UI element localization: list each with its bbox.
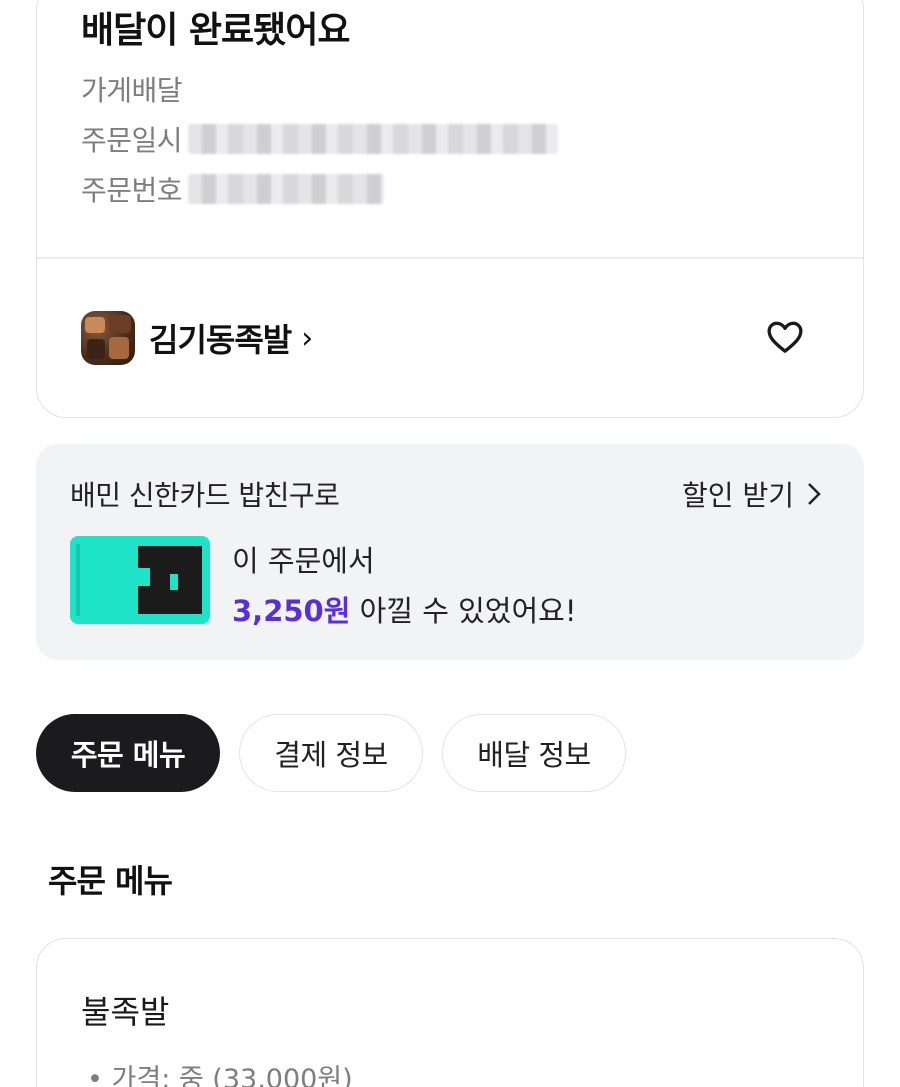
tab-delivery-info[interactable]: 배달 정보 xyxy=(442,714,626,792)
tab-delivery-info-label: 배달 정보 xyxy=(477,738,591,772)
heart-icon[interactable] xyxy=(765,317,805,357)
chevron-right-icon xyxy=(808,483,821,505)
order-summary-card: 배달이 완료됐어요 가게배달 주문일시 주문번호 김기동족발 › xyxy=(36,0,864,418)
order-number-label: 주문번호 xyxy=(81,174,183,207)
delivery-type-label: 가게배달 xyxy=(81,74,183,107)
order-date-redacted xyxy=(188,124,559,154)
order-number-row: 주문번호 xyxy=(81,169,385,209)
order-status-title: 배달이 완료됐어요 xyxy=(81,10,350,51)
card-promo-banner: 배민 신한카드 밥친구로 할인 받기 이 주문에서 3,250원 아낄 수 있었… xyxy=(36,444,864,660)
credit-card-image xyxy=(70,536,210,624)
store-link[interactable]: 김기동족발 › xyxy=(81,311,313,365)
tab-payment-info-label: 결제 정보 xyxy=(274,738,388,772)
store-thumbnail xyxy=(81,311,135,365)
menu-item-option: • 가격: 중 (33,000원) xyxy=(87,1064,353,1087)
tab-order-menu-label: 주문 메뉴 xyxy=(70,738,186,772)
menu-item-name: 불족발 xyxy=(81,993,170,1031)
order-date-row: 주문일시 xyxy=(81,119,559,159)
chevron-right-icon: › xyxy=(301,320,314,356)
card-divider xyxy=(37,257,863,259)
store-name: 김기동족발 xyxy=(149,321,292,359)
order-date-label: 주문일시 xyxy=(81,124,183,157)
menu-item-card: 불족발 • 가격: 중 (33,000원) xyxy=(36,938,864,1087)
promo-saving-amount: 3,250원 xyxy=(232,594,351,628)
get-discount-label: 할인 받기 xyxy=(682,479,794,512)
order-number-redacted xyxy=(188,174,385,204)
tab-payment-info[interactable]: 결제 정보 xyxy=(239,714,423,792)
tab-order-menu[interactable]: 주문 메뉴 xyxy=(36,714,220,792)
delivery-type: 가게배달 xyxy=(81,69,183,109)
promo-line1: 이 주문에서 xyxy=(232,544,375,578)
promo-line2: 3,250원 아낄 수 있었어요! xyxy=(232,588,576,630)
section-title: 주문 메뉴 xyxy=(48,862,173,900)
promo-title: 배민 신한카드 밥친구로 xyxy=(70,479,340,512)
promo-line2-text: 아낄 수 있었어요! xyxy=(350,594,577,628)
get-discount-link[interactable]: 할인 받기 xyxy=(682,474,822,514)
